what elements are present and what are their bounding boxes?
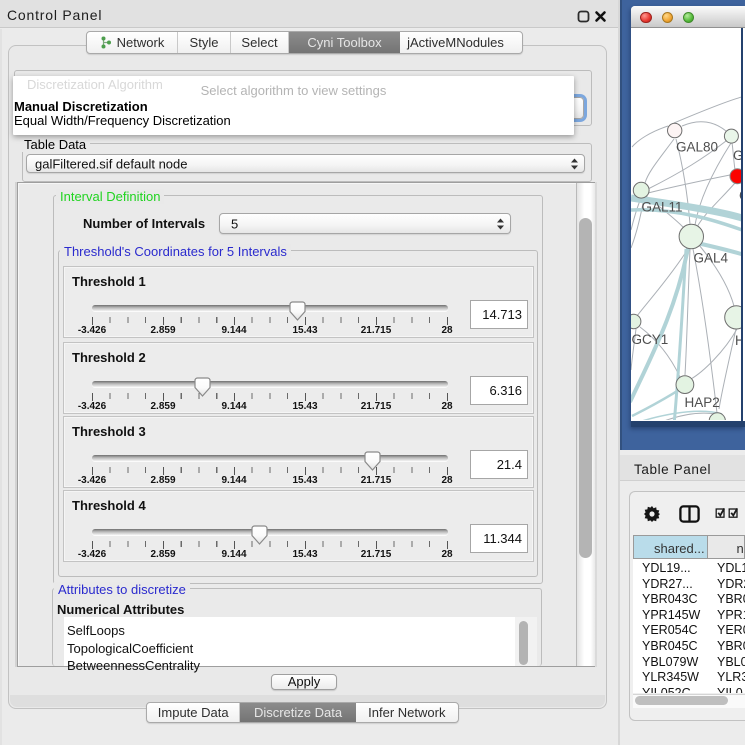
svg-text:C: C: [739, 188, 743, 203]
svg-text:HAP2: HAP2: [685, 395, 720, 410]
svg-text:GAL11: GAL11: [642, 200, 683, 215]
svg-text:GA: GA: [733, 148, 743, 163]
svg-text:GCY1: GCY1: [632, 332, 669, 347]
svg-text:GAL4: GAL4: [694, 251, 729, 266]
svg-text:GAL80: GAL80: [676, 140, 718, 155]
svg-text:HA: HA: [735, 333, 743, 348]
